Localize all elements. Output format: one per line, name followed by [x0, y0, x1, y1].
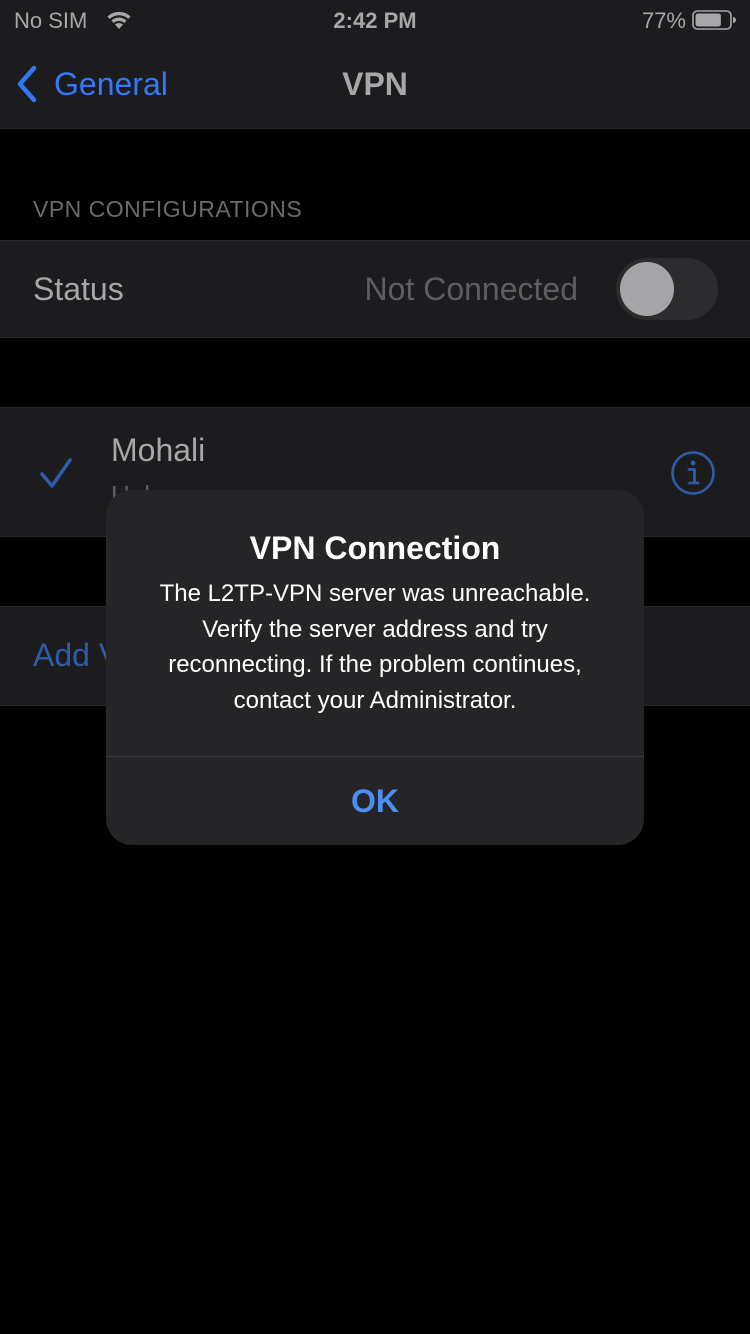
clock: 2:42 PM — [333, 8, 417, 33]
alert-message: The L2TP-VPN server was unreachable. Ver… — [159, 580, 591, 714]
section-header-vpn-configurations: VPN CONFIGURATIONS — [33, 196, 303, 222]
status-value: Not Connected — [364, 271, 578, 307]
toggle-knob — [620, 262, 674, 316]
info-icon[interactable] — [670, 450, 716, 496]
page-title: VPN — [342, 66, 408, 102]
battery-percent: 77% — [641, 8, 686, 33]
vpn-connection-alert: VPN Connection The L2TP-VPN server was u… — [106, 490, 644, 845]
vpn-status-toggle[interactable] — [616, 258, 718, 320]
checkmark-icon — [40, 458, 72, 488]
vpn-profile-name: Mohali — [111, 432, 206, 468]
alert-title: VPN Connection — [249, 530, 501, 566]
status-label: Status — [33, 271, 124, 307]
navigation-bar: General VPN — [0, 40, 750, 129]
status-bar: No SIM 2:42 PM 77% — [0, 0, 750, 40]
ok-button[interactable]: OK — [106, 757, 644, 845]
status-cell: Status Not Connected — [0, 240, 750, 338]
battery-icon — [692, 10, 736, 30]
